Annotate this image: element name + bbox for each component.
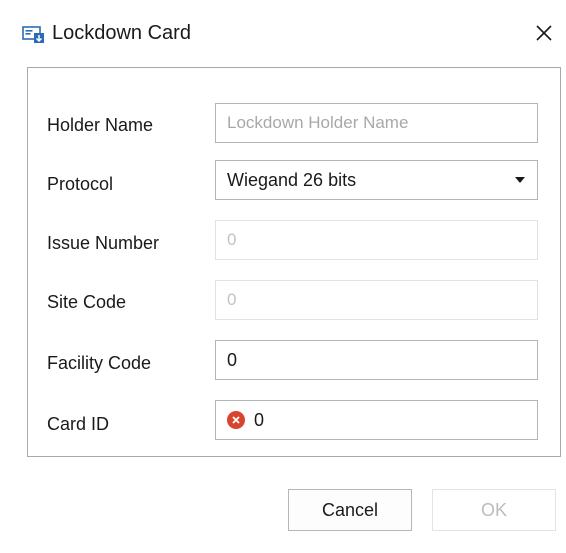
protocol-label: Protocol bbox=[47, 174, 114, 194]
facility-code-label: Facility Code bbox=[47, 353, 152, 373]
dialog-title: Lockdown Card bbox=[52, 22, 191, 44]
cancel-button[interactable]: Cancel bbox=[288, 489, 412, 531]
protocol-select[interactable]: Wiegand 26 bits bbox=[215, 160, 538, 200]
card-id-label: Card ID bbox=[47, 414, 110, 434]
issue-number-input: 0 bbox=[215, 220, 538, 260]
chevron-down-icon bbox=[515, 177, 525, 183]
close-button[interactable] bbox=[527, 16, 561, 50]
facility-code-input[interactable]: 0 bbox=[215, 340, 538, 380]
issue-number-label: Issue Number bbox=[47, 233, 160, 253]
site-code-value: 0 bbox=[227, 290, 237, 309]
site-code-label: Site Code bbox=[47, 292, 127, 312]
card-window-icon bbox=[22, 25, 46, 45]
site-code-input: 0 bbox=[215, 280, 538, 320]
card-id-input[interactable]: 0 bbox=[215, 400, 538, 440]
protocol-value: Wiegand 26 bits bbox=[227, 169, 357, 190]
error-icon bbox=[227, 411, 245, 429]
ok-button[interactable]: OK bbox=[432, 489, 556, 531]
close-icon bbox=[536, 25, 552, 41]
lockdown-card-dialog: Lockdown Card Holder Name Lockdown Holde… bbox=[0, 0, 566, 553]
holder-name-input[interactable]: Lockdown Holder Name bbox=[215, 103, 538, 143]
title-bar: Lockdown Card bbox=[0, 0, 566, 64]
issue-number-value: 0 bbox=[227, 230, 237, 249]
holder-name-placeholder: Lockdown Holder Name bbox=[227, 113, 409, 132]
card-id-value: 0 bbox=[254, 409, 265, 430]
facility-code-value: 0 bbox=[227, 349, 238, 370]
holder-name-label: Holder Name bbox=[47, 115, 154, 135]
